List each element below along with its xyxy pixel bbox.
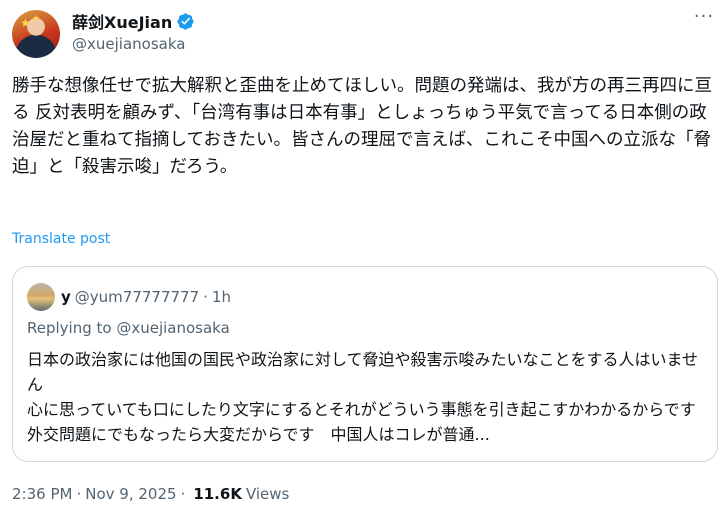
author-avatar[interactable]: ★ ★ (12, 10, 60, 58)
author-display-name[interactable]: 薛剑XueJian (72, 9, 172, 33)
quoted-author-name: y (61, 288, 71, 306)
quoted-post-time: 1h (211, 288, 231, 306)
quoted-author-handle: @yum77777777 (74, 288, 200, 306)
quoted-post[interactable]: y @yum77777777 · 1h Replying to @xuejian… (12, 266, 718, 462)
separator-dot: · (203, 288, 208, 306)
quoted-text-line: 日本の政治家には他国の国民や政治家に対して脅迫や殺害示唆みたいなことをする人はい… (27, 350, 699, 394)
post-date[interactable]: Nov 9, 2025 (85, 485, 176, 503)
separator-dot: · (76, 485, 82, 503)
verified-badge-icon (177, 12, 194, 30)
post-time[interactable]: 2:36 PM (12, 485, 72, 503)
post-header: 薛剑XueJian @xuejianosaka (72, 9, 195, 53)
more-options-icon[interactable]: ··· (693, 8, 715, 32)
author-handle[interactable]: @xuejianosaka (72, 35, 195, 53)
replying-to-label: Replying to @xuejianosaka (27, 319, 230, 337)
star-decoration: ★ (20, 16, 31, 30)
quoted-text-truncated: 心に思っていても口にしたり文字にするとそれがどういう事態を引き起こすかわかるから… (27, 400, 705, 444)
quoted-post-header: y @yum77777777 · 1h (27, 283, 231, 311)
post-footer: 2:36 PM · Nov 9, 2025 · 11.6K Views (12, 485, 289, 503)
quoted-post-text: 日本の政治家には他国の国民や政治家に対して脅迫や殺害示唆みたいなことをする人はい… (27, 347, 705, 447)
separator-dot: · (180, 485, 186, 503)
quoted-author-avatar (27, 283, 55, 311)
views-count[interactable]: 11.6K (193, 485, 242, 503)
post-text: 勝手な想像任せで拡大解釈と歪曲を止めてほしい。問題の発端は、我が方の再三再四に亘… (12, 76, 712, 177)
star-decoration: ★ (32, 14, 41, 24)
views-label: Views (245, 485, 290, 503)
translate-post-link[interactable]: Translate post (12, 231, 110, 247)
